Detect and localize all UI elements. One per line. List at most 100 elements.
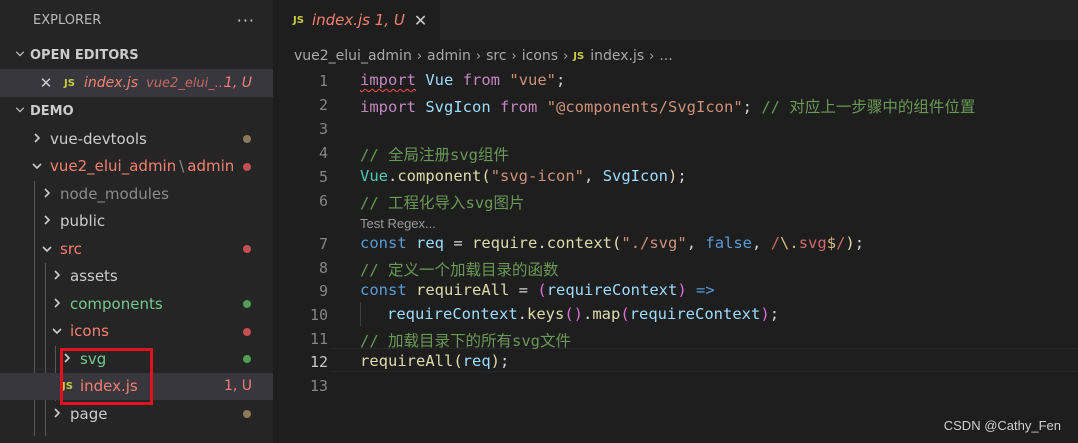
line-number-active: 12 [309,353,328,371]
chevron-right-icon: › [511,48,517,64]
line-number: 3 [318,120,328,138]
open-editor-item[interactable]: ✕ JS index.js vue2_elui_... 1, U [0,69,273,97]
open-editors-label: OPEN EDITORS [30,48,139,63]
open-editor-path: vue2_elui_... [146,75,228,91]
chevron-right-icon [50,295,64,313]
tree-item-public[interactable]: public [0,208,273,236]
breadcrumb: vue2_elui_admin › admin › src › icons › … [273,40,1078,72]
token-paren: ( [481,167,491,185]
git-status-dot [243,245,251,253]
tree-item-node-modules[interactable]: node_modules [0,180,273,208]
token-paren: ) [677,281,687,299]
breadcrumb-item[interactable]: icons [522,48,558,64]
token-regex: / [770,234,781,252]
explorer-title: EXPLORER [33,12,102,28]
tree-item-src[interactable]: src [0,235,273,263]
tree-item-page[interactable]: page [0,400,273,428]
token-paren: ) [845,234,855,252]
tree-item-label: assets [70,267,118,286]
tree-item-components[interactable]: components [0,290,273,318]
code-line-12: requireAll(req); [360,352,509,370]
breadcrumb-item[interactable]: src [486,48,506,64]
file-tree: vue-devtools vue2_elui_admin \ admin nod… [0,125,273,436]
token-identifier: Vue [360,167,388,185]
line-number: 1 [318,72,328,90]
chevron-right-icon: › [649,48,655,64]
tree-item-vue2-elui-admin[interactable]: vue2_elui_admin \ admin [0,153,273,181]
chevron-right-icon: › [563,48,569,64]
code-line-9: const requireAll = (requireContext) => [360,281,715,299]
tree-item-label: page [70,404,108,423]
token-parameter: requireContext [629,305,761,323]
line-number: 4 [318,144,328,162]
chevron-right-icon [60,350,74,368]
token-punct: , [752,234,771,252]
breadcrumb-item[interactable]: vue2_elui_admin [294,48,412,64]
tab-index-js[interactable]: JS index.js 1, U ✕ [273,0,441,40]
close-icon[interactable]: ✕ [414,11,427,30]
token-identifier: SvgIcon [602,167,669,185]
token-regex: / [836,234,846,252]
close-editor-icon[interactable]: ✕ [39,74,53,92]
token-string: "svg-icon" [490,167,585,185]
chevron-right-icon [30,130,44,148]
tree-item-vue-devtools[interactable]: vue-devtools [0,125,273,153]
token-punct: . [583,305,593,323]
git-status-dot [243,300,251,308]
token-keyword: import [360,98,416,116]
tree-item-label: components [70,294,163,313]
codelens-test-regex[interactable]: Test Regex... [360,216,436,231]
breadcrumb-item[interactable]: ... [659,48,672,64]
code-line-8: // 定义一个加载目录的函数 [360,261,559,279]
breadcrumb-item[interactable]: admin [427,48,471,64]
tree-item-svg[interactable]: svg [0,345,273,373]
chevron-right-icon: › [416,48,423,64]
breadcrumb-item[interactable]: index.js [590,48,644,64]
token-punct: ; [742,98,752,116]
token-parameter: requireContext [387,305,518,323]
editor-area: JS index.js 1, U ✕ vue2_elui_admin › adm… [273,0,1078,443]
tree-item-assets[interactable]: assets [0,263,273,291]
token-function: keys [527,305,565,323]
tab-bar: JS index.js 1, U ✕ [273,0,1078,40]
token-parameter: requireContext [546,281,678,299]
git-status-dot [243,135,251,143]
token-variable: req [416,234,445,252]
open-editors-header[interactable]: OPEN EDITORS [0,42,273,69]
git-status-text: 1, U [223,378,252,395]
tree-item-index-js[interactable]: JS index.js 1, U [0,372,273,400]
token-paren: ( [620,305,630,323]
line-number: 7 [318,235,328,253]
watermark: CSDN @Cathy_Fen [943,418,1061,433]
line-number: 5 [318,168,328,186]
token-punct: ; [769,305,780,323]
token-comment: // 对应上一步骤中的组件位置 [761,98,976,116]
code-line-1: import Vue from "vue"; [360,71,565,89]
line-number: 2 [318,96,328,114]
token-variable: req [462,352,491,370]
js-file-icon: JS [64,77,75,89]
tree-item-label: index.js [79,377,138,396]
chevron-down-icon [50,322,64,340]
code-line-10: requireContext.keys().map(requireContext… [387,305,779,323]
token-regex: svg [798,234,827,252]
token-identifier: Vue [425,71,454,89]
token-regex-anchor: $ [826,234,837,252]
token-paren: ( [453,352,463,370]
more-actions-icon[interactable]: ··· [237,11,255,30]
open-editor-name: index.js [83,75,139,91]
token-punct: ; [677,167,687,185]
tree-item-label: src [60,239,82,258]
line-number: 11 [309,330,328,348]
line-number: 9 [318,282,328,300]
token-punct: , [686,234,706,252]
workspace-header[interactable]: DEMO [0,98,273,125]
token-function: component [397,167,482,185]
js-file-icon: JS [293,14,304,26]
chevron-right-icon [50,405,64,423]
tree-item-icons[interactable]: icons [0,318,273,346]
open-editor-status: 1, U [223,75,252,91]
token-paren: ( [537,281,547,299]
token-string: "vue" [509,71,557,89]
token-paren: ) [490,352,501,370]
